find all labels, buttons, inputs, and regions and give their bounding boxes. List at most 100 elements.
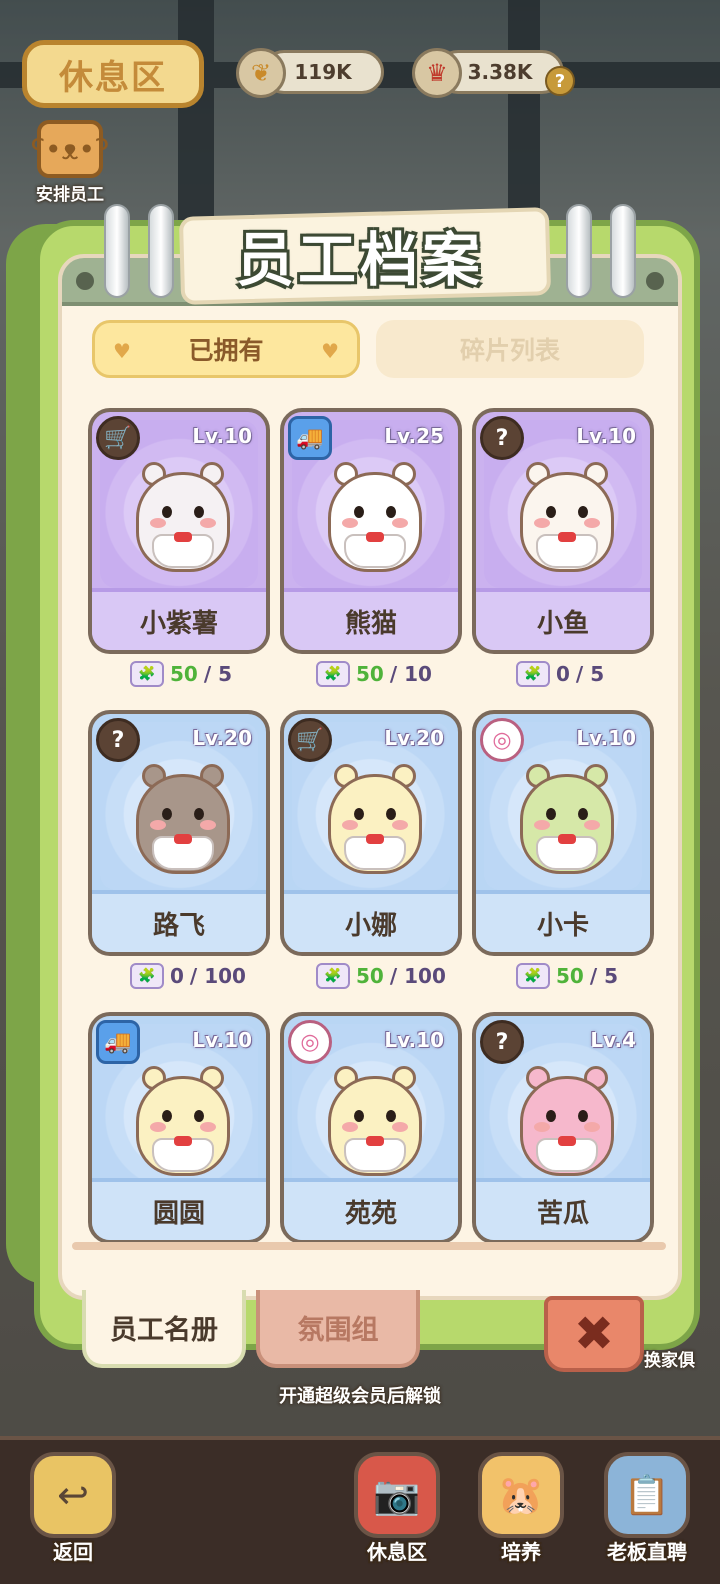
staff-card[interactable]: Lv.4? 苦瓜	[472, 1012, 654, 1244]
clipboard-icon: 📋	[604, 1452, 690, 1538]
staff-card[interactable]: Lv.10 ◎ 苑苑	[280, 1012, 462, 1244]
staff-card[interactable]: Lv.20 🛒 小娜	[280, 710, 462, 956]
hamster-blush	[584, 820, 600, 830]
hamster-blush	[584, 1122, 600, 1132]
shopping-cart-icon: 🛒	[288, 718, 332, 762]
shard-required-count: / 100	[389, 964, 446, 988]
nav-item-back-arrow[interactable]: ↩ 返回	[18, 1444, 128, 1574]
heart-icon: ♥	[113, 339, 131, 363]
hamster-blush	[342, 518, 358, 528]
nav-label: 返回	[53, 1540, 93, 1564]
puzzle-shard-icon: 🧩	[130, 963, 164, 989]
hamster-eye	[386, 808, 396, 820]
shard-required-count: / 10	[389, 662, 432, 686]
grain-icon: ❦	[236, 48, 286, 98]
staff-card[interactable]: Lv.10 🛒 小紫薯	[88, 408, 270, 654]
donut-icon: ◎	[288, 1020, 332, 1064]
crown-icon: ♛	[412, 48, 462, 98]
level-label: Lv.10	[384, 1028, 444, 1052]
hamster-blush	[200, 820, 216, 830]
level-label: Lv.10	[576, 726, 636, 750]
staff-card[interactable]: Lv.10 ◎ 小卡	[472, 710, 654, 956]
hamster-bow	[174, 532, 192, 542]
help-button[interactable]: ?	[545, 66, 575, 96]
hamster-bow	[366, 532, 384, 542]
delivery-truck-icon: 🚚	[288, 416, 332, 460]
scroll-indicator[interactable]	[72, 1242, 666, 1250]
hamster-eye	[194, 808, 204, 820]
hamster-portrait	[322, 1058, 428, 1178]
tab-atmosphere-group[interactable]: 氛围组	[256, 1290, 420, 1368]
hamster-blush	[150, 518, 166, 528]
close-button[interactable]: ✖	[544, 1296, 644, 1372]
hamster-eye	[162, 1110, 172, 1122]
tab-owned[interactable]: ♥ 已拥有 ♥	[92, 320, 360, 378]
hamster-bow	[174, 1136, 192, 1146]
shard-owned-count: 50	[356, 964, 384, 988]
question-icon: ?	[480, 416, 524, 460]
nav-label: 培养	[501, 1540, 541, 1564]
tab-shard-list-label: 碎片列表	[459, 336, 560, 365]
hamster-blush	[534, 820, 550, 830]
puzzle-shard-icon: 🧩	[516, 661, 550, 687]
hamster-eye	[194, 506, 204, 518]
grain-count: 119K	[294, 60, 352, 84]
hamster-blush	[392, 1122, 408, 1132]
shard-progress: 🧩 50/ 10	[316, 660, 432, 688]
hamster-blush	[342, 1122, 358, 1132]
nav-item-hamster[interactable]: 🐹 培养	[466, 1444, 576, 1574]
hamster-blush	[200, 1122, 216, 1132]
nav-label: 老板直聘	[607, 1540, 687, 1564]
assign-staff-button[interactable]: ʕ•ᴥ•ʔ 安排员工	[24, 120, 116, 205]
hamster-eye	[162, 808, 172, 820]
hamster-blush	[150, 1122, 166, 1132]
hamster-eye	[546, 506, 556, 518]
hamster-bow	[366, 834, 384, 844]
shard-required-count: / 5	[589, 964, 619, 988]
staff-name: 小鱼	[476, 588, 650, 650]
shard-progress: 🧩 0/ 5	[516, 660, 604, 688]
hamster-eye	[578, 808, 588, 820]
puzzle-shard-icon: 🧩	[516, 963, 550, 989]
hamster-portrait	[130, 756, 236, 876]
binder-hole	[646, 272, 664, 290]
close-icon: ✖	[573, 1306, 615, 1362]
shard-progress: 🧩 50/ 5	[130, 660, 232, 688]
delivery-truck-icon: 🚚	[96, 1020, 140, 1064]
hamster-portrait	[514, 454, 620, 574]
hamster-portrait	[322, 756, 428, 876]
staff-name: 小娜	[284, 890, 458, 952]
staff-name: 小紫薯	[92, 588, 266, 650]
staff-name: 圆圆	[92, 1178, 266, 1240]
hamster-bow	[558, 532, 576, 542]
staff-name: 苦瓜	[476, 1178, 650, 1240]
hamster-blush	[392, 820, 408, 830]
nav-item-camera[interactable]: 📷 休息区	[342, 1444, 452, 1574]
rest-area-button[interactable]: 休息区	[22, 40, 204, 108]
hamster-blush	[150, 820, 166, 830]
staff-card[interactable]: Lv.10? 小鱼	[472, 408, 654, 654]
shard-owned-count: 0	[170, 964, 184, 988]
hamster-eye	[194, 1110, 204, 1122]
level-label: Lv.20	[384, 726, 444, 750]
hamster-portrait	[130, 454, 236, 574]
shard-owned-count: 50	[356, 662, 384, 686]
staff-card[interactable]: Lv.25 🚚 熊猫	[280, 408, 462, 654]
nav-item-clipboard[interactable]: 📋 老板直聘	[592, 1444, 702, 1574]
binder-ring	[610, 204, 636, 298]
staff-name: 小卡	[476, 890, 650, 952]
swap-furniture-label[interactable]: 换家俱	[644, 1346, 695, 1371]
hamster-eye	[354, 506, 364, 518]
tab-staff-roster[interactable]: 员工名册	[82, 1290, 246, 1368]
tab-shard-list[interactable]: 碎片列表	[376, 320, 644, 378]
shard-required-count: / 5	[575, 662, 605, 686]
hamster-bow	[558, 834, 576, 844]
bear-board-icon: ʕ•ᴥ•ʔ	[31, 120, 109, 178]
staff-card[interactable]: Lv.20? 路飞	[88, 710, 270, 956]
staff-name: 路飞	[92, 890, 266, 952]
hamster-bow	[174, 834, 192, 844]
puzzle-shard-icon: 🧩	[130, 661, 164, 687]
level-label: Lv.20	[192, 726, 252, 750]
staff-card[interactable]: Lv.10 🚚 圆圆	[88, 1012, 270, 1244]
staff-name: 苑苑	[284, 1178, 458, 1240]
